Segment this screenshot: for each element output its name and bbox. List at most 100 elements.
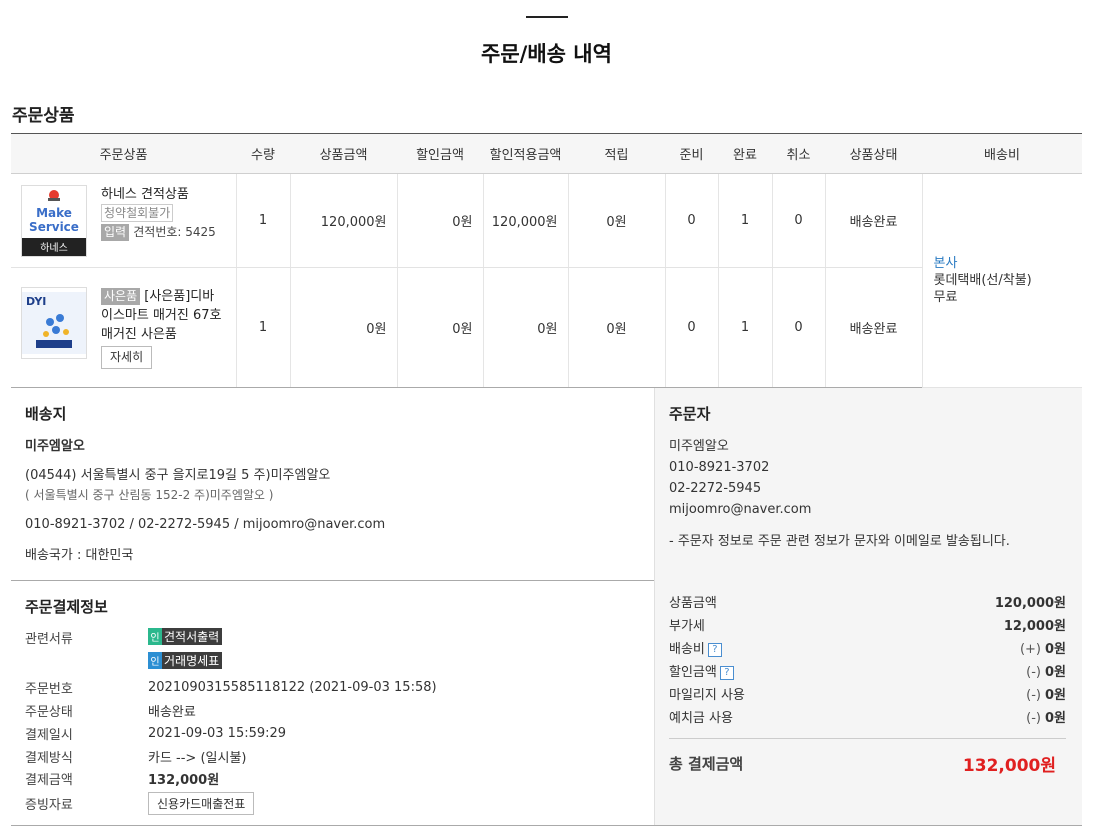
statement-button[interactable]: 인 거래명세표 <box>148 652 223 669</box>
table-header-row: 주문상품 수량 상품금액 할인금액 할인적용금액 적립 준비 완료 취소 상품상… <box>11 133 1082 174</box>
items-section-title: 주문상품 <box>12 106 75 126</box>
status-cell: 배송완료 <box>824 267 922 388</box>
summary-label: 배송비 <box>669 642 705 657</box>
summary-label: 마일리지 사용 <box>669 688 745 703</box>
delivery-heading: 배송지 <box>25 405 67 423</box>
price-cell: 120,000원 <box>289 173 397 268</box>
summary-label: 예치금 사용 <box>669 711 733 726</box>
col-header-status: 상품상태 <box>825 133 922 174</box>
field-label: 주문번호 <box>25 682 73 697</box>
help-icon[interactable]: ? <box>707 642 722 657</box>
discounted-cell: 120,000원 <box>482 173 568 268</box>
cancel-cell: 0 <box>771 173 825 268</box>
help-icon[interactable]: ? <box>719 665 734 680</box>
orderer-heading: 주문자 <box>669 405 711 423</box>
col-header-done: 완료 <box>718 133 772 174</box>
total-label: 총 결제금액 <box>669 755 744 773</box>
product-cell: DYI 사은품 [사은품]디바이스마트 매거진 67호 매거진 사은품 자세히 <box>11 267 236 388</box>
order-status: 배송완료 <box>148 705 196 720</box>
summary-label: 상품금액 <box>669 596 717 611</box>
field-label: 주문상태 <box>25 705 73 720</box>
col-header-discounted: 할인적용금액 <box>483 133 568 174</box>
product-subtitle: 매거진 사은품 <box>101 326 177 342</box>
detail-button[interactable]: 자세히 <box>101 345 153 369</box>
done-cell: 1 <box>717 267 772 388</box>
summary-value: 0원 <box>1044 711 1066 726</box>
gift-badge: 사은품 <box>101 287 141 305</box>
svg-text:Service: Service <box>29 220 79 234</box>
field-label: 결제방식 <box>25 750 73 766</box>
title-divider <box>526 16 568 18</box>
summary-line: 마일리지 사용 (-) 0원 <box>669 682 1066 705</box>
status-cell: 배송완료 <box>824 173 922 268</box>
cancel-cell: 0 <box>771 267 825 388</box>
input-badge: 입력 <box>101 223 130 241</box>
payment-section: 주문결제정보 관련서류 인 견적서출력 인 거래명세표 주문번호 20210903… <box>11 580 1082 826</box>
summary-line: 부가세 12,000원 <box>669 613 1066 636</box>
svg-text:하네스: 하네스 <box>40 241 68 254</box>
delivery-address-old: ( 서울특별시 중구 산림동 152-2 주)미주엠알오 ) <box>25 488 274 502</box>
summary-sign: (+) <box>1019 642 1041 657</box>
product-cell: Make Service 하네스 하네스 견적상품 청약철회불가 입력 견적번호… <box>11 173 236 268</box>
card-receipt-button[interactable]: 신용카드매출전표 <box>148 791 255 815</box>
summary-label: 부가세 <box>669 619 705 634</box>
summary-line: 할인금액? (-) 0원 <box>669 659 1066 682</box>
print-icon: 인 <box>148 652 162 669</box>
shipping-fee: 무료 <box>933 290 958 305</box>
delivery-country: 배송국가 : 대한민국 <box>25 548 134 563</box>
quote-print-button[interactable]: 인 견적서출력 <box>148 628 223 645</box>
delivery-panel: 배송지 미주엠알오 (04544) 서울특별시 중구 을지로19길 5 주)미주… <box>11 388 654 580</box>
summary-value: 120,000원 <box>994 596 1066 611</box>
summary-sign: (-) <box>1026 711 1041 726</box>
qty-cell: 1 <box>235 173 290 268</box>
address-section: 배송지 미주엠알오 (04544) 서울특별시 중구 을지로19길 5 주)미주… <box>11 388 1082 581</box>
print-icon: 인 <box>148 628 162 645</box>
product-thumbnail[interactable]: DYI <box>21 286 87 359</box>
points-cell: 0원 <box>567 267 665 388</box>
col-header-price: 상품금액 <box>290 133 397 174</box>
points-cell: 0원 <box>567 173 665 268</box>
summary-value: 0원 <box>1044 688 1066 703</box>
proof-label: 증빙자료 <box>25 797 73 813</box>
price-cell: 0원 <box>289 267 397 388</box>
discounted-cell: 0원 <box>482 267 568 388</box>
orderer-panel: 주문자 미주엠알오 010-8921-3702 02-2272-5945 mij… <box>654 388 1082 580</box>
col-header-cancel: 취소 <box>772 133 825 174</box>
statement-label: 거래명세표 <box>164 654 220 668</box>
recipient-name: 미주엠알오 <box>25 439 85 454</box>
payment-method: 카드 --> (일시불) <box>148 750 247 766</box>
orderer-name: 미주엠알오 <box>669 439 729 454</box>
magazine-cover-image: DYI <box>22 291 86 354</box>
svg-text:Make: Make <box>36 206 72 220</box>
quote-print-label: 견적서출력 <box>164 630 220 644</box>
shipping-origin-link[interactable]: 본사 <box>934 255 1083 272</box>
orderer-email: mijoomro@naver.com <box>669 502 812 517</box>
col-header-shipping: 배송비 <box>922 133 1082 174</box>
summary-value: 0원 <box>1044 665 1066 680</box>
ready-cell: 0 <box>664 267 718 388</box>
summary-line: 배송비? (+) 0원 <box>669 636 1066 659</box>
payment-info-panel: 주문결제정보 관련서류 인 견적서출력 인 거래명세표 주문번호 20210903… <box>11 580 654 825</box>
discount-cell: 0원 <box>396 173 483 268</box>
summary-sign: (-) <box>1026 688 1041 703</box>
col-header-product: 주문상품 <box>11 133 236 174</box>
order-number: 2021090315585118122 (2021-09-03 15:58) <box>148 680 437 695</box>
delivery-contacts: 010-8921-3702 / 02-2272-5945 / mijoomro@… <box>25 517 386 532</box>
field-label: 결제일시 <box>25 728 73 743</box>
ready-cell: 0 <box>664 173 718 268</box>
order-items-table: 주문상품 수량 상품금액 할인금액 할인적용금액 적립 준비 완료 취소 상품상… <box>11 133 1082 388</box>
qty-cell: 1 <box>235 267 290 388</box>
orderer-phone: 02-2272-5945 <box>669 481 762 496</box>
page-title: 주문/배송 내역 <box>481 42 612 66</box>
product-thumbnail[interactable]: Make Service 하네스 <box>21 184 87 257</box>
payment-summary-panel: 상품금액 120,000원 부가세 12,000원 배송비? (+) 0원 할인금… <box>654 580 1082 825</box>
product-name[interactable]: 하네스 견적상품 <box>101 185 216 204</box>
summary-value: 12,000원 <box>1003 619 1066 634</box>
delivery-address: (04544) 서울특별시 중구 을지로19길 5 주)미주엠알오 <box>25 468 331 483</box>
orderer-mobile: 010-8921-3702 <box>669 460 770 475</box>
summary-label: 할인금액 <box>669 665 717 680</box>
col-header-ready: 준비 <box>665 133 718 174</box>
payment-datetime: 2021-09-03 15:59:29 <box>148 726 287 741</box>
total-row: 총 결제금액 132,000원 <box>669 738 1066 776</box>
make-service-logo: Make Service 하네스 <box>22 185 86 256</box>
